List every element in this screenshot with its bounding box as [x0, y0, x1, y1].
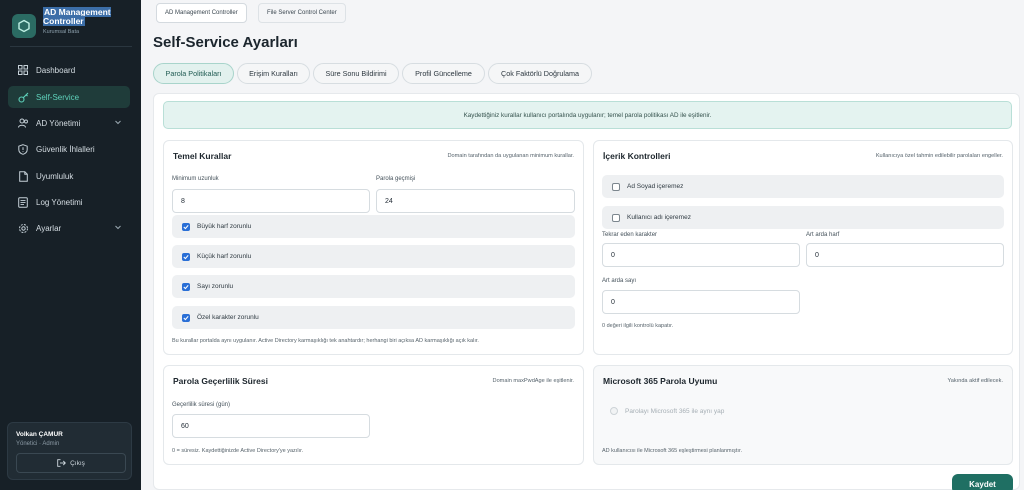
check-label: Ad Soyad içeremez — [627, 183, 684, 190]
repeat-label: Tekrar eden karakter — [602, 232, 658, 238]
tab-cok-faktorlu-dogrulama[interactable]: Çok Faktörlü Doğrulama — [488, 63, 592, 84]
history-input[interactable]: 24 — [376, 189, 575, 213]
user-name: Volkan ÇAMUR — [16, 431, 63, 438]
sidebar-item-label: Dashboard — [36, 65, 76, 75]
log-icon — [15, 194, 31, 210]
shield-icon — [15, 141, 31, 157]
check-label: Kullanıcı adı içeremez — [627, 214, 691, 221]
sidebar-item-label: Ayarlar — [36, 223, 62, 233]
card-note: Domain tarafından da uygulanan minimum k… — [447, 153, 574, 159]
check-row[interactable]: Sayı zorunlu — [172, 275, 575, 298]
min-length-input[interactable]: 8 — [172, 189, 370, 213]
seq-number-input[interactable]: 0 — [602, 290, 800, 314]
check-row[interactable]: Küçük harf zorunlu — [172, 245, 575, 268]
gear-icon — [15, 220, 31, 236]
validity-label: Geçerlilik süresi (gün) — [172, 402, 231, 408]
sidebar-item-ayarlar[interactable]: Ayarlar — [8, 217, 130, 239]
check-label: Özel karakter zorunlu — [197, 314, 259, 321]
logout-icon — [57, 459, 67, 467]
tab-profil-guncelleme[interactable]: Profil Güncelleme — [402, 63, 485, 84]
validity-footnote: 0 = süresiz. Kaydettiğinizde Active Dire… — [172, 448, 304, 454]
sidebar-item-guvenlik-ihlalleri[interactable]: Güvenlik İhlalleri — [8, 138, 130, 160]
card-note: Yakında aktif edilecek. — [947, 378, 1003, 384]
m365-footnote: AD kullanıcısı ile Microsoft 365 eşleşti… — [602, 448, 742, 454]
grid-icon — [15, 62, 31, 78]
card-title: Temel Kurallar — [173, 151, 232, 161]
card-title: Parola Geçerlilik Süresi — [173, 376, 268, 386]
top-tab-ad-management[interactable]: AD Management Controller — [156, 3, 247, 23]
sidebar-item-ad-yonetimi[interactable]: AD Yönetimi — [8, 112, 130, 134]
checkbox-checked-icon[interactable] — [182, 252, 190, 261]
sidebar-item-dashboard[interactable]: Dashboard — [8, 59, 130, 81]
basic-rules-footnote: Bu kurallar portalda aynı uygulanır. Act… — [172, 338, 479, 344]
key-icon — [15, 89, 31, 105]
history-label: Parola geçmişi — [376, 176, 416, 182]
sidebar-item-log-yonetimi[interactable]: Log Yönetimi — [8, 191, 130, 213]
chevron-down-icon — [114, 118, 122, 128]
checkbox-checked-icon[interactable] — [182, 282, 190, 291]
checkbox-checked-icon[interactable] — [182, 222, 190, 231]
users-icon — [15, 115, 31, 131]
tab-parola-politikalari[interactable]: Parola Politikaları — [153, 63, 234, 84]
user-role: Yönetici · Admin — [16, 441, 60, 447]
sidebar-item-label: Self-Service — [36, 92, 80, 102]
sidebar-item-self-service[interactable]: Self-Service — [8, 86, 130, 108]
card-note: Kullanıcıya özel tahmin edilebilir parol… — [875, 153, 1003, 159]
save-button[interactable]: Kaydet — [952, 474, 1013, 490]
brand[interactable]: AD Management Controller Kurumsal Bata — [12, 7, 132, 46]
top-tab-file-server[interactable]: File Server Control Center — [258, 3, 346, 23]
checkbox-unchecked-icon[interactable] — [612, 213, 620, 222]
validity-input[interactable]: 60 — [172, 414, 370, 438]
sidebar-item-label: AD Yönetimi — [36, 118, 81, 128]
chevron-down-icon — [114, 223, 122, 233]
sidebar: AD Management Controller Kurumsal Bata D… — [0, 0, 141, 490]
checkbox-checked-icon[interactable] — [182, 313, 190, 322]
page-title: Self-Service Ayarları — [153, 34, 298, 51]
check-row[interactable]: Kullanıcı adı içeremez — [602, 206, 1004, 229]
logout-button[interactable]: Çıkış — [16, 453, 126, 473]
tab-sure-sonu-bildirimi[interactable]: Süre Sonu Bildirimi — [313, 63, 399, 84]
sidebar-item-label: Uyumluluk — [36, 171, 74, 181]
seq-letter-input[interactable]: 0 — [806, 243, 1004, 267]
content-controls-footnote: 0 değeri ilgili kontrolü kapatır. — [602, 323, 674, 329]
m365-sync-option: Parolayı Microsoft 365 ile aynı yap — [610, 407, 724, 415]
hexagon-logo-icon — [12, 14, 36, 38]
sidebar-divider — [10, 46, 132, 47]
m365-option-label: Parolayı Microsoft 365 ile aynı yap — [625, 407, 725, 415]
min-length-label: Minimum uzunluk — [172, 176, 219, 182]
card-title: Microsoft 365 Parola Uyumu — [603, 376, 718, 386]
check-row[interactable]: Ad Soyad içeremez — [602, 175, 1004, 198]
check-label: Sayı zorunlu — [197, 283, 234, 290]
seq-number-label: Art arda sayı — [602, 278, 637, 284]
check-row[interactable]: Özel karakter zorunlu — [172, 306, 575, 329]
check-label: Büyük harf zorunlu — [197, 223, 252, 230]
brand-subtitle: Kurumsal Bata — [43, 29, 80, 35]
checkbox-unchecked-icon[interactable] — [612, 182, 620, 191]
info-banner: Kaydettiğiniz kurallar kullanıcı portalı… — [163, 101, 1012, 129]
sidebar-item-label: Güvenlik İhlalleri — [36, 144, 95, 154]
seq-letter-label: Art arda harf — [806, 232, 840, 238]
repeat-input[interactable]: 0 — [602, 243, 800, 267]
sidebar-item-label: Log Yönetimi — [36, 197, 83, 207]
brand-title: AD Management Controller — [43, 7, 111, 26]
card-note: Domain maxPwdAge ile eşitlenir. — [492, 378, 574, 384]
tab-erisim-kurallari[interactable]: Erişim Kuralları — [237, 63, 310, 84]
check-row[interactable]: Büyük harf zorunlu — [172, 215, 575, 238]
sidebar-item-uyumluluk[interactable]: Uyumluluk — [8, 165, 130, 187]
user-card: Volkan ÇAMUR Yönetici · Admin Çıkış — [7, 422, 132, 480]
card-title: İçerik Kontrolleri — [603, 151, 671, 161]
logout-label: Çıkış — [70, 459, 85, 467]
radio-disabled-icon — [610, 407, 618, 415]
check-label: Küçük harf zorunlu — [197, 253, 252, 260]
document-icon — [15, 168, 31, 184]
